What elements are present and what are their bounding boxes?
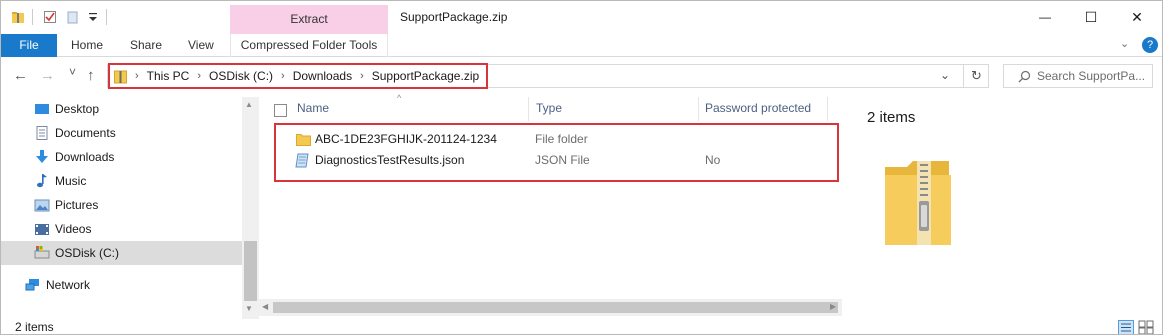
- column-divider[interactable]: [528, 97, 529, 121]
- zip-folder-qat-icon[interactable]: [11, 10, 25, 24]
- properties-icon[interactable]: [43, 10, 57, 24]
- sidebar-item-pictures[interactable]: Pictures: [1, 193, 242, 217]
- zip-folder-preview-icon: [885, 161, 951, 245]
- ribbon-tab-bar: File Home Share View Compressed Folder T…: [1, 34, 1162, 57]
- sidebar-item-label: Music: [55, 174, 87, 188]
- downloads-icon: [36, 150, 48, 163]
- details-item-count: 2 items: [867, 109, 916, 126]
- address-highlight-box: [108, 63, 488, 89]
- files-highlight-box: [274, 123, 839, 182]
- up-arrow-icon: ↑: [87, 67, 95, 84]
- sidebar-item-videos[interactable]: Videos: [1, 217, 242, 241]
- recent-locations-button[interactable]: ˅: [69, 65, 76, 79]
- sidebar-item-osdisk[interactable]: OSDisk (C:): [1, 241, 242, 265]
- tab-share[interactable]: Share: [130, 34, 162, 57]
- sidebar-item-downloads[interactable]: Downloads: [1, 145, 242, 169]
- sidebar-item-label: Desktop: [55, 102, 100, 116]
- tab-view[interactable]: View: [188, 34, 214, 57]
- address-dropdown-icon[interactable]: ⌄: [940, 68, 950, 82]
- desktop-icon: [35, 104, 49, 114]
- up-button[interactable]: ↑: [87, 67, 95, 84]
- qat-customize-icon[interactable]: [86, 10, 100, 24]
- back-button[interactable]: ←: [13, 67, 28, 84]
- close-icon: ✕: [1131, 8, 1143, 25]
- sidebar-item-label: Videos: [55, 222, 92, 236]
- videos-icon: [35, 224, 49, 235]
- window-title: SupportPackage.zip: [400, 10, 508, 24]
- new-folder-icon[interactable]: [66, 10, 80, 24]
- drive-icon: [34, 246, 50, 259]
- sidebar-item-label: Downloads: [55, 150, 115, 164]
- pictures-icon: [34, 199, 50, 212]
- column-divider[interactable]: [827, 97, 828, 121]
- qat-divider: [32, 9, 33, 25]
- sidebar-item-label: Documents: [55, 126, 116, 140]
- refresh-icon: ↻: [971, 68, 982, 83]
- tab-compressed-folder-tools[interactable]: Compressed Folder Tools: [230, 34, 388, 57]
- close-button[interactable]: ✕: [1114, 1, 1160, 33]
- file-explorer-window: Extract SupportPackage.zip — ☐ ✕ File Ho…: [0, 0, 1163, 335]
- sidebar-item-label: Pictures: [55, 198, 99, 212]
- maximize-icon: ☐: [1084, 8, 1098, 25]
- forward-button[interactable]: →: [40, 67, 55, 84]
- music-icon: [37, 174, 47, 188]
- scroll-left-icon[interactable]: ◀: [262, 302, 268, 311]
- qat-divider: [106, 9, 107, 25]
- scroll-right-icon[interactable]: ▶: [830, 302, 836, 311]
- sort-indicator-icon: ^: [397, 93, 402, 103]
- status-bar: 2 items: [1, 319, 1162, 335]
- ribbon-expand-icon[interactable]: ⌄: [1120, 37, 1129, 50]
- sidebar-item-music[interactable]: Music: [1, 169, 242, 193]
- status-item-count: 2 items: [15, 320, 54, 334]
- sidebar-item-label: OSDisk (C:): [55, 246, 119, 260]
- forward-arrow-icon: →: [40, 67, 55, 84]
- help-icon[interactable]: ?: [1142, 37, 1158, 53]
- select-all-checkbox[interactable]: [274, 104, 287, 117]
- documents-icon: [36, 126, 48, 140]
- back-arrow-icon: ←: [13, 67, 28, 84]
- search-icon: [1018, 70, 1031, 82]
- sidebar-item-documents[interactable]: Documents: [1, 121, 242, 145]
- network-icon: [25, 279, 39, 291]
- navigation-pane-scroll-thumb[interactable]: [244, 241, 257, 301]
- minimize-icon: —: [1039, 10, 1051, 24]
- sidebar-item-label: Network: [46, 278, 91, 292]
- sidebar-item-network[interactable]: Network: [1, 273, 242, 297]
- search-input[interactable]: Search SupportPa...: [1037, 69, 1145, 83]
- minimize-button[interactable]: —: [1022, 1, 1068, 33]
- file-list-scroll-thumb[interactable]: [273, 302, 838, 313]
- column-header-password[interactable]: Password protected: [705, 101, 811, 121]
- title-bar: Extract SupportPackage.zip — ☐ ✕: [1, 1, 1162, 34]
- scroll-down-icon[interactable]: ▼: [245, 304, 253, 313]
- extract-context-group: Extract: [230, 5, 388, 34]
- tab-file[interactable]: File: [1, 34, 57, 57]
- details-view-icon[interactable]: [1118, 320, 1134, 335]
- maximize-button[interactable]: ☐: [1068, 1, 1114, 33]
- column-header-name[interactable]: Name: [297, 101, 329, 121]
- refresh-button[interactable]: ↻: [963, 64, 989, 88]
- column-divider[interactable]: [698, 97, 699, 121]
- search-box[interactable]: Search SupportPa...: [1003, 64, 1153, 88]
- tab-home[interactable]: Home: [71, 34, 103, 57]
- large-icons-view-icon[interactable]: [1138, 320, 1154, 335]
- chevron-down-icon: ˅: [69, 65, 77, 79]
- sidebar-item-desktop[interactable]: Desktop: [1, 97, 242, 121]
- column-header-type[interactable]: Type: [536, 101, 562, 121]
- navigation-pane: Desktop Documents Downloads Music Pictur…: [1, 97, 259, 319]
- scroll-up-icon[interactable]: ▲: [245, 100, 253, 109]
